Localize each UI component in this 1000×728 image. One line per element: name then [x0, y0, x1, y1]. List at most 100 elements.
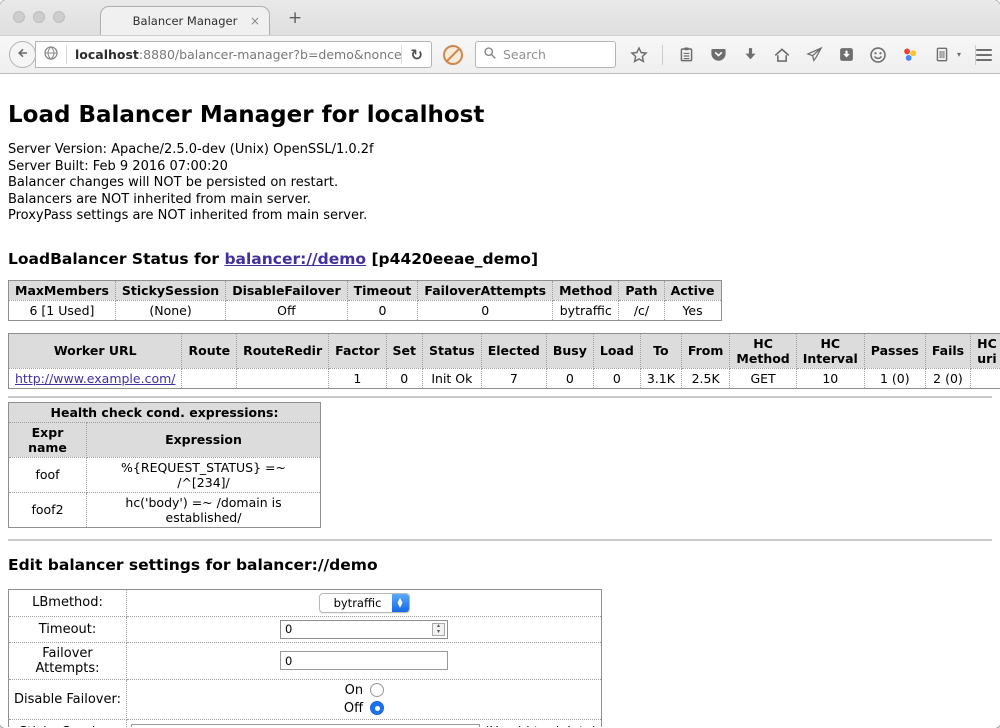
timeout-label: Timeout:: [9, 616, 127, 642]
search-bar[interactable]: Search: [475, 41, 616, 68]
url-bar[interactable]: localhost:8880/balancer-manager?b=demo&n…: [35, 41, 432, 68]
new-tab-button[interactable]: +: [288, 8, 302, 28]
pocket-icon[interactable]: [709, 46, 727, 64]
balancer-data-row: 6 [1 Used] (None) Off 0 0 bytraffic /c/ …: [9, 300, 722, 320]
cell-busy: 0: [546, 368, 593, 388]
col-disablefailover: DisableFailover: [226, 280, 347, 300]
sticky-session-note: (Use '-' to delete): [484, 725, 597, 727]
worker-url-link[interactable]: http://www.example.com/: [15, 371, 175, 386]
server-built-line: Server Built: Feb 9 2016 07:00:20: [8, 159, 228, 174]
menu-icon[interactable]: [976, 49, 992, 61]
health-table-title: Health check cond. expressions:: [9, 402, 321, 422]
container-icon[interactable]: [933, 46, 951, 64]
feedback-smiley-icon[interactable]: [869, 46, 887, 64]
window-controls[interactable]: [13, 11, 65, 23]
radio-on-label: On: [345, 683, 363, 698]
home-icon[interactable]: [773, 46, 791, 64]
col-status: Status: [423, 333, 482, 368]
server-version-line: Server Version: Apache/2.5.0-dev (Unix) …: [8, 142, 374, 157]
health-header-row: Expr name Expression: [9, 422, 321, 457]
downloads-icon[interactable]: [741, 46, 759, 64]
col-fails: Fails: [925, 333, 970, 368]
col-routeredir: RouteRedir: [237, 333, 329, 368]
site-identity-button[interactable]: [36, 45, 66, 65]
col-expr-name: Expr name: [9, 422, 87, 457]
minimize-window-button[interactable]: [33, 11, 45, 23]
toolbar-divider: [662, 45, 663, 65]
cell-failoverattempts: 0: [418, 300, 553, 320]
disable-failover-row: Disable Failover: On Off: [9, 679, 602, 719]
reload-button[interactable]: ↻: [401, 45, 431, 64]
save-page-icon[interactable]: [837, 46, 855, 64]
col-expression: Expression: [87, 422, 321, 457]
page-title: Load Balancer Manager for localhost: [8, 102, 992, 128]
cell-expression-1: %{REQUEST_STATUS} =~ /^[234]/: [87, 457, 321, 492]
dropdown-caret-icon[interactable]: ▾: [957, 50, 961, 59]
edit-settings-heading: Edit balancer settings for balancer://de…: [8, 556, 992, 574]
worker-header-row: Worker URL Route RouteRedir Factor Set S…: [9, 333, 1000, 368]
cell-stickysession: (None): [115, 300, 225, 320]
health-row-foof2: foof2 hc('body') =~ /domain is establish…: [9, 492, 321, 527]
radio-on[interactable]: [370, 683, 384, 697]
zoom-window-button[interactable]: [53, 11, 65, 23]
browser-window: Balancer Manager × + localhost:8880/bala…: [0, 0, 1000, 728]
cell-status: Init Ok: [423, 368, 482, 388]
close-window-button[interactable]: [13, 11, 25, 23]
cell-routeredir: [237, 368, 329, 388]
number-stepper-icon[interactable]: ▴▾: [432, 623, 445, 636]
col-passes: Passes: [864, 333, 925, 368]
cell-expression-2: hc('body') =~ /domain is established/: [87, 492, 321, 527]
sticky-session-label: Sticky Session:: [9, 719, 127, 727]
cell-elected: 7: [481, 368, 546, 388]
tab-close-icon[interactable]: ×: [250, 14, 260, 28]
cell-expr-name-2: foof2: [9, 492, 87, 527]
cell-load: 0: [593, 368, 640, 388]
blocked-content-icon[interactable]: [443, 45, 463, 65]
server-info: Server Version: Apache/2.5.0-dev (Unix) …: [8, 142, 992, 225]
browser-tab[interactable]: Balancer Manager ×: [100, 6, 270, 35]
proxypass-note-line: ProxyPass settings are NOT inherited fro…: [8, 208, 367, 223]
radio-off[interactable]: [370, 701, 384, 715]
lbmethod-row: LBmethod: bytraffic ▲▼: [9, 589, 602, 616]
colored-dots-extension-icon[interactable]: [901, 46, 919, 64]
navigation-toolbar: localhost:8880/balancer-manager?b=demo&n…: [0, 35, 1000, 74]
failover-attempts-input[interactable]: 0: [280, 651, 448, 670]
send-tab-icon[interactable]: [805, 46, 823, 64]
lbmethod-select[interactable]: bytraffic ▲▼: [319, 593, 410, 613]
timeout-value: 0: [285, 622, 292, 636]
col-hc-uri: HC uri: [971, 333, 1000, 368]
col-to: To: [640, 333, 681, 368]
balancer-link[interactable]: balancer://demo: [224, 250, 366, 268]
cell-to: 3.1K: [640, 368, 681, 388]
col-method: Method: [553, 280, 619, 300]
col-hc-method: HC Method: [730, 333, 796, 368]
timeout-input[interactable]: 0 ▴▾: [280, 620, 448, 639]
sticky-session-input[interactable]: [131, 724, 480, 727]
select-arrows-icon: ▲▼: [392, 594, 409, 612]
cell-expr-name-1: foof: [9, 457, 87, 492]
divider-after-worker-table: [8, 396, 992, 398]
search-icon: [483, 45, 497, 64]
col-active: Active: [664, 280, 721, 300]
url-text[interactable]: localhost:8880/balancer-manager?b=demo&n…: [67, 47, 401, 62]
reading-list-icon[interactable]: [677, 46, 695, 64]
globe-icon: [43, 45, 59, 65]
cell-method: bytraffic: [553, 300, 619, 320]
bookmark-star-icon[interactable]: [630, 46, 648, 64]
col-load: Load: [593, 333, 640, 368]
cell-set: 0: [386, 368, 422, 388]
url-path: :8880/balancer-manager?b=demo&nonce=decc…: [139, 47, 402, 62]
balancer-status-heading: LoadBalancer Status for balancer://demo …: [8, 250, 992, 268]
failover-attempts-row: Failover Attempts: 0: [9, 642, 602, 679]
cell-route: [182, 368, 237, 388]
back-button[interactable]: [9, 41, 36, 68]
col-route: Route: [182, 333, 237, 368]
cell-factor: 1: [329, 368, 386, 388]
page-content: Load Balancer Manager for localhost Serv…: [0, 74, 1000, 727]
title-bar: Balancer Manager × +: [0, 0, 1000, 35]
edit-balancer-form: LBmethod: bytraffic ▲▼ Timeout: 0 ▴▾: [8, 589, 602, 727]
back-icon: [16, 45, 30, 64]
col-path: Path: [619, 280, 664, 300]
cell-hc-interval: 10: [796, 368, 864, 388]
cell-timeout: 0: [347, 300, 418, 320]
